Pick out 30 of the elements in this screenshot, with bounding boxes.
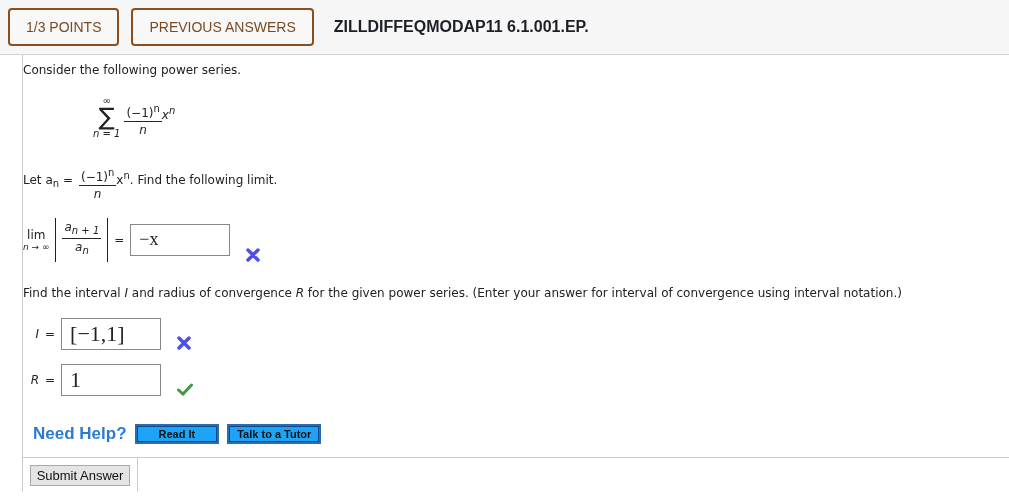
denominator: a$_{n}$ bbox=[75, 239, 89, 259]
tutor-button[interactable]: Talk to a Tutor bbox=[227, 423, 322, 444]
problem-id: ZILLDIFFEQMODAP11 6.1.001.EP. bbox=[333, 18, 589, 36]
numerator: (−1)$^{n}$ bbox=[124, 100, 162, 122]
numerator: a$_{n + 1}$ bbox=[62, 220, 102, 240]
points-button[interactable]: 1/3 POINTS bbox=[8, 8, 120, 46]
variable-label: I bbox=[34, 326, 39, 341]
equals-sign: = bbox=[45, 372, 56, 387]
sum-symbol: ∑ bbox=[98, 106, 115, 128]
limit-operator: lim bbox=[27, 227, 46, 242]
answer-field[interactable]: 1 bbox=[61, 363, 162, 396]
previous-answers-button[interactable]: PREVIOUS ANSWERS bbox=[131, 8, 314, 46]
read-it-button[interactable]: Read It bbox=[134, 423, 220, 444]
denominator: n bbox=[93, 186, 102, 202]
need-help-label: Need Help? bbox=[33, 423, 127, 444]
answer-field[interactable]: −x bbox=[130, 223, 231, 256]
answer-field[interactable]: [−1,1] bbox=[61, 317, 162, 350]
upper-limit: ∞ bbox=[102, 95, 111, 106]
power-term: x$^{n}$ bbox=[161, 104, 176, 122]
numerator: (−1)$^{n}$ bbox=[78, 165, 117, 186]
denominator: n bbox=[139, 121, 147, 138]
variable-label: R bbox=[29, 372, 39, 387]
instruction-text: Find the interval I and radius of convergence R for the given power series. (Enter your answer for interval of convergence using interval notation.) bbox=[23, 285, 903, 300]
definition-text: x$^{n}$. Find the following limit. bbox=[116, 170, 278, 187]
limit-subscript: n → ∞ bbox=[23, 241, 50, 252]
submit-button[interactable]: Submit Answer bbox=[29, 464, 131, 486]
equals-sign: = bbox=[45, 326, 56, 341]
equals-sign: = bbox=[114, 232, 125, 247]
definition-lead: Let a$_{n}$ = bbox=[23, 173, 73, 190]
intro-text: Consider the following power series. bbox=[23, 63, 243, 77]
